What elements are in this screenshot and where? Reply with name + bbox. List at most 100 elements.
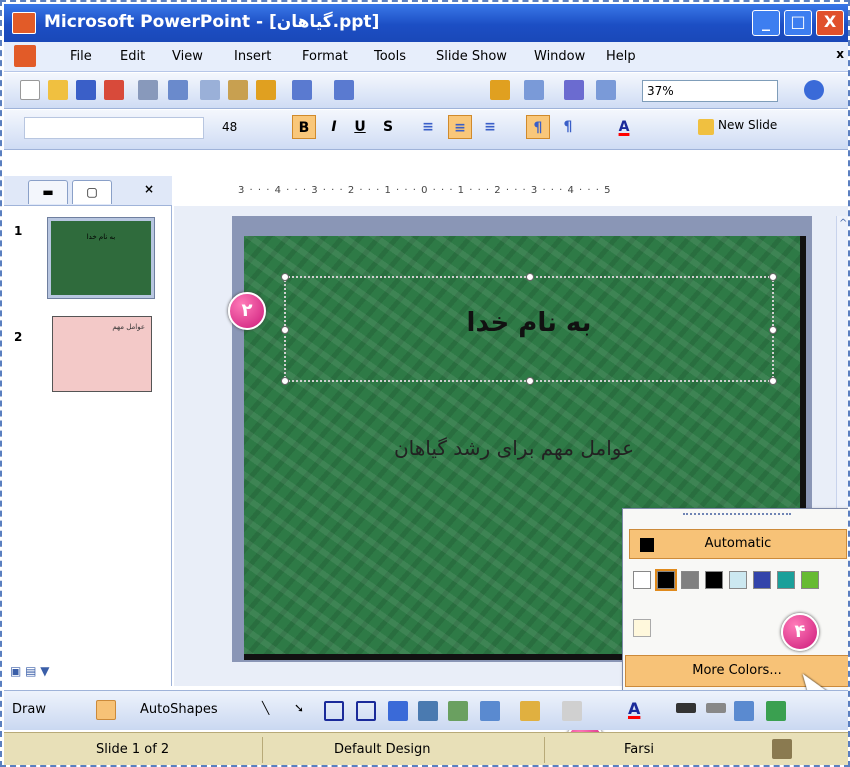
minimize-button[interactable]: _ (752, 10, 780, 36)
recent-color-swatch[interactable] (633, 619, 651, 637)
font-color-button[interactable]: A (612, 115, 636, 139)
document-close-button[interactable]: x (836, 47, 844, 61)
italic-button[interactable]: I (322, 115, 346, 139)
slide-thumbnail-1[interactable]: به نام خدا (47, 217, 155, 299)
dash-style-icon[interactable] (706, 703, 726, 713)
color-swatch[interactable] (777, 571, 795, 589)
scroll-up-icon[interactable]: ^ (839, 218, 847, 229)
format-painter-icon[interactable] (256, 80, 276, 100)
line-icon[interactable]: ╲ (262, 701, 282, 721)
textbox-icon[interactable] (356, 701, 376, 721)
bold-button[interactable]: B (292, 115, 316, 139)
autoshapes-menu[interactable]: AutoShapes (140, 702, 218, 717)
black-swatch-icon (640, 538, 654, 552)
print-icon[interactable] (138, 80, 158, 100)
new-slide-icon[interactable] (698, 119, 714, 135)
shadow-style-icon[interactable] (766, 701, 786, 721)
menu-insert[interactable]: Insert (234, 49, 271, 64)
menu-view[interactable]: View (172, 49, 203, 64)
fill-color-icon[interactable] (520, 701, 540, 721)
status-bar: Slide 1 of 2 Default Design Farsi (4, 732, 848, 765)
arrow-style-icon[interactable] (734, 701, 754, 721)
view-buttons[interactable]: ▣ ▤ ▼ (10, 664, 50, 678)
permission-icon[interactable] (104, 80, 124, 100)
resize-handle[interactable] (281, 273, 289, 281)
redo-icon[interactable] (334, 80, 354, 100)
picture-icon[interactable] (480, 701, 500, 721)
color-swatch[interactable] (633, 571, 651, 589)
status-divider (544, 737, 545, 763)
draw-menu[interactable]: Draw (12, 702, 46, 717)
close-button[interactable]: X (816, 10, 844, 36)
font-color-popup: Automatic ۴ More Colors... (622, 508, 848, 692)
underline-button[interactable]: U (348, 115, 372, 139)
align-left-icon[interactable]: ≡ (416, 115, 440, 139)
select-objects-icon[interactable] (96, 700, 116, 720)
menu-file[interactable]: File (70, 49, 92, 64)
menu-window[interactable]: Window (534, 49, 585, 64)
menu-slide-show[interactable]: Slide Show (436, 49, 507, 64)
tab-outline[interactable]: ▬ (28, 180, 68, 204)
resize-handle[interactable] (769, 377, 777, 385)
slide-number-2: 2 (14, 330, 23, 344)
tab-slides[interactable]: ▢ (72, 180, 112, 204)
document-icon[interactable] (14, 45, 36, 67)
line-style-icon[interactable] (676, 703, 696, 713)
spelling-icon[interactable] (168, 80, 188, 100)
color-swatch[interactable] (753, 571, 771, 589)
menu-edit[interactable]: Edit (120, 49, 145, 64)
zoom-select[interactable]: 37% (642, 80, 778, 102)
slide-subtitle[interactable]: عوامل مهم برای رشد گیاهان (304, 436, 724, 460)
resize-handle[interactable] (526, 273, 534, 281)
font-name-select[interactable] (24, 117, 204, 139)
slide-thumbnail-2[interactable]: عوامل مهم (52, 316, 152, 392)
color-swatch[interactable] (705, 571, 723, 589)
align-right-icon[interactable]: ≡ (478, 115, 502, 139)
paste-icon[interactable] (228, 80, 248, 100)
color-swatch[interactable] (681, 571, 699, 589)
undo-icon[interactable] (292, 80, 312, 100)
arrow-icon[interactable]: ➘ (294, 701, 314, 721)
pane-close-button[interactable]: × (144, 182, 154, 196)
new-icon[interactable] (20, 80, 40, 100)
diagram-icon[interactable] (418, 701, 438, 721)
resize-handle[interactable] (769, 273, 777, 281)
align-center-icon[interactable]: ≡ (448, 115, 472, 139)
grid-icon[interactable] (596, 80, 616, 100)
ltr-icon[interactable]: ¶ (556, 115, 580, 139)
color-swatch[interactable] (729, 571, 747, 589)
window-title: Microsoft PowerPoint - [گیاهان.ppt] (44, 12, 380, 32)
resize-handle[interactable] (526, 377, 534, 385)
title-placeholder[interactable]: به نام خدا (281, 273, 777, 385)
font-color-icon[interactable]: A (628, 699, 648, 719)
new-slide-button[interactable]: New Slide (718, 118, 777, 132)
open-icon[interactable] (48, 80, 68, 100)
pane-tabs: ▬ ▢ × (4, 176, 172, 206)
color-swatch[interactable] (655, 569, 677, 591)
popup-grip[interactable] (683, 513, 791, 519)
menu-tools[interactable]: Tools (374, 49, 406, 64)
color-swatch[interactable] (801, 571, 819, 589)
wordart-icon[interactable] (388, 701, 408, 721)
expand-icon[interactable] (564, 80, 584, 100)
slide-title: به نام خدا (466, 308, 592, 338)
slide-counter: Slide 1 of 2 (96, 742, 170, 757)
callout-2: ۲ (228, 292, 266, 330)
automatic-color-option[interactable]: Automatic (629, 529, 847, 559)
maximize-button[interactable]: □ (784, 10, 812, 36)
save-icon[interactable] (76, 80, 96, 100)
help-icon[interactable] (804, 80, 824, 100)
spelling-status-icon[interactable] (772, 739, 792, 759)
chart-icon[interactable] (490, 80, 510, 100)
resize-handle[interactable] (281, 377, 289, 385)
table-icon[interactable] (524, 80, 544, 100)
line-color-icon[interactable] (562, 701, 582, 721)
font-size-select[interactable]: 48 (222, 117, 256, 139)
menu-help[interactable]: Help (606, 49, 636, 64)
rectangle-icon[interactable] (324, 701, 344, 721)
rtl-icon[interactable]: ¶ (526, 115, 550, 139)
shadow-button[interactable]: S (376, 115, 400, 139)
menu-format[interactable]: Format (302, 49, 348, 64)
clipart-icon[interactable] (448, 701, 468, 721)
cut-icon[interactable] (200, 80, 220, 100)
